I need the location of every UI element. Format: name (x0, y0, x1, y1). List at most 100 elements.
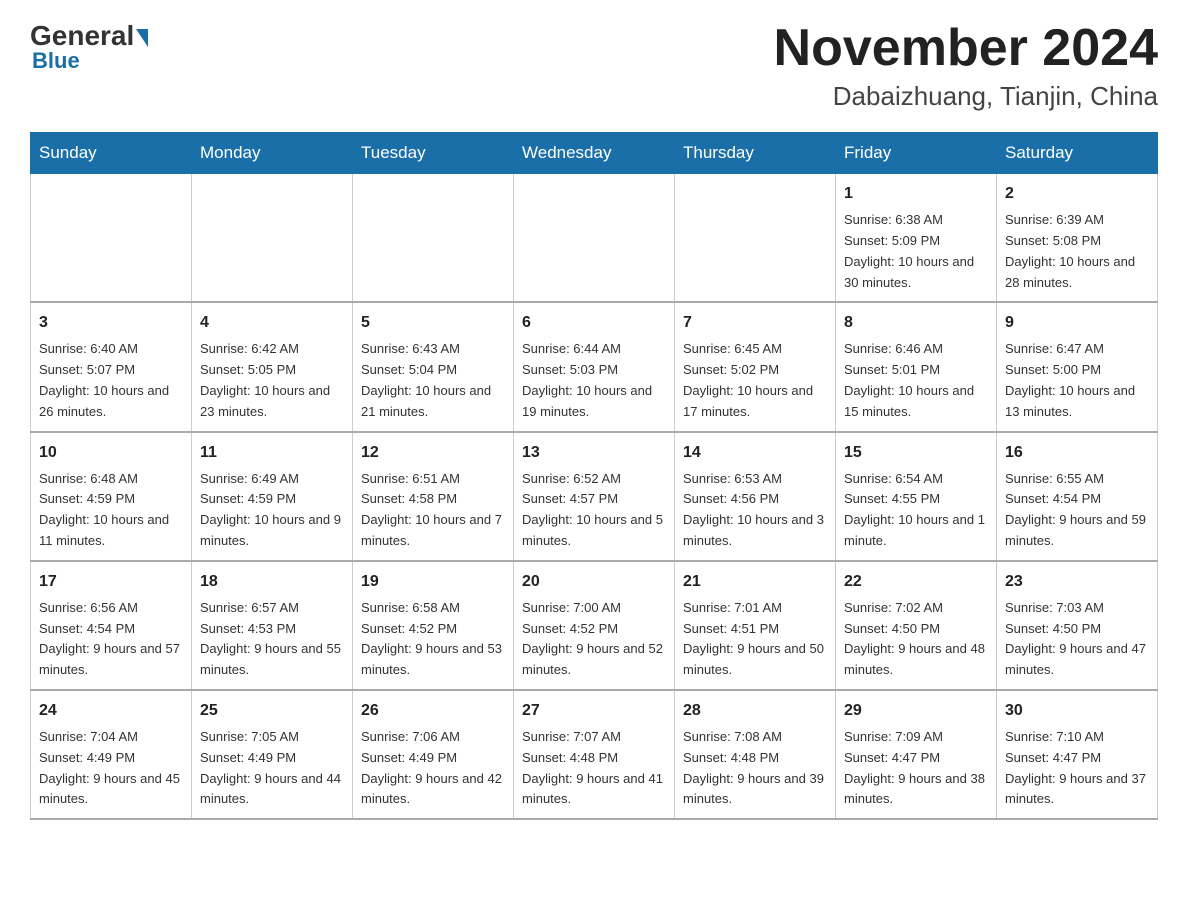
day-info: Sunrise: 6:47 AM Sunset: 5:00 PM Dayligh… (1005, 339, 1149, 422)
week-row-2: 3 Sunrise: 6:40 AM Sunset: 5:07 PM Daylig… (31, 302, 1158, 431)
day-info: Sunrise: 6:44 AM Sunset: 5:03 PM Dayligh… (522, 339, 666, 422)
weekday-header-thursday: Thursday (675, 133, 836, 174)
day-info: Sunrise: 7:10 AM Sunset: 4:47 PM Dayligh… (1005, 727, 1149, 810)
calendar-cell: 1 Sunrise: 6:38 AM Sunset: 5:09 PM Daylig… (836, 174, 997, 303)
day-info: Sunrise: 7:05 AM Sunset: 4:49 PM Dayligh… (200, 727, 344, 810)
calendar-cell: 14Sunrise: 6:53 AM Sunset: 4:56 PM Dayli… (675, 432, 836, 561)
day-info: Sunrise: 7:01 AM Sunset: 4:51 PM Dayligh… (683, 598, 827, 681)
day-info: Sunrise: 6:39 AM Sunset: 5:08 PM Dayligh… (1005, 210, 1149, 293)
day-number: 5 (361, 311, 505, 335)
day-number: 26 (361, 699, 505, 723)
weekday-header-sunday: Sunday (31, 133, 192, 174)
calendar-cell: 16 Sunrise: 6:55 AM Sunset: 4:54 PM Dayli… (997, 432, 1158, 561)
day-info: Sunrise: 7:04 AM Sunset: 4:49 PM Dayligh… (39, 727, 183, 810)
day-info: Sunrise: 6:48 AM Sunset: 4:59 PM Dayligh… (39, 469, 183, 552)
calendar-cell: 19 Sunrise: 6:58 AM Sunset: 4:52 PM Dayli… (353, 561, 514, 690)
calendar-cell: 9 Sunrise: 6:47 AM Sunset: 5:00 PM Daylig… (997, 302, 1158, 431)
day-info: Sunrise: 6:42 AM Sunset: 5:05 PM Dayligh… (200, 339, 344, 422)
calendar-cell: 25 Sunrise: 7:05 AM Sunset: 4:49 PM Dayli… (192, 690, 353, 819)
day-info: Sunrise: 6:56 AM Sunset: 4:54 PM Dayligh… (39, 598, 183, 681)
day-info: Sunrise: 7:09 AM Sunset: 4:47 PM Dayligh… (844, 727, 988, 810)
day-info: Sunrise: 6:52 AM Sunset: 4:57 PM Dayligh… (522, 469, 666, 552)
day-number: 23 (1005, 570, 1149, 594)
day-info: Sunrise: 6:43 AM Sunset: 5:04 PM Dayligh… (361, 339, 505, 422)
day-info: Sunrise: 6:51 AM Sunset: 4:58 PM Dayligh… (361, 469, 505, 552)
day-info: Sunrise: 6:54 AM Sunset: 4:55 PM Dayligh… (844, 469, 988, 552)
header: General Blue November 2024 Dabaizhuang, … (30, 20, 1158, 112)
day-number: 18 (200, 570, 344, 594)
week-row-1: 1 Sunrise: 6:38 AM Sunset: 5:09 PM Daylig… (31, 174, 1158, 303)
day-number: 10 (39, 441, 183, 465)
day-info: Sunrise: 7:07 AM Sunset: 4:48 PM Dayligh… (522, 727, 666, 810)
calendar-cell: 13 Sunrise: 6:52 AM Sunset: 4:57 PM Dayli… (514, 432, 675, 561)
day-info: Sunrise: 7:02 AM Sunset: 4:50 PM Dayligh… (844, 598, 988, 681)
day-number: 6 (522, 311, 666, 335)
day-info: Sunrise: 6:58 AM Sunset: 4:52 PM Dayligh… (361, 598, 505, 681)
calendar-cell: 26 Sunrise: 7:06 AM Sunset: 4:49 PM Dayli… (353, 690, 514, 819)
logo: General Blue (30, 20, 148, 74)
weekday-header-tuesday: Tuesday (353, 133, 514, 174)
calendar-cell: 30 Sunrise: 7:10 AM Sunset: 4:47 PM Dayli… (997, 690, 1158, 819)
calendar-table: SundayMondayTuesdayWednesdayThursdayFrid… (30, 132, 1158, 820)
calendar-cell: 23 Sunrise: 7:03 AM Sunset: 4:50 PM Dayli… (997, 561, 1158, 690)
calendar-cell: 3 Sunrise: 6:40 AM Sunset: 5:07 PM Daylig… (31, 302, 192, 431)
day-info: Sunrise: 6:40 AM Sunset: 5:07 PM Dayligh… (39, 339, 183, 422)
day-info: Sunrise: 7:00 AM Sunset: 4:52 PM Dayligh… (522, 598, 666, 681)
calendar-cell (675, 174, 836, 303)
day-number: 29 (844, 699, 988, 723)
day-number: 13 (522, 441, 666, 465)
calendar-cell: 12 Sunrise: 6:51 AM Sunset: 4:58 PM Dayli… (353, 432, 514, 561)
day-number: 9 (1005, 311, 1149, 335)
day-number: 20 (522, 570, 666, 594)
calendar-cell: 27 Sunrise: 7:07 AM Sunset: 4:48 PM Dayli… (514, 690, 675, 819)
weekday-header-wednesday: Wednesday (514, 133, 675, 174)
day-info: Sunrise: 7:06 AM Sunset: 4:49 PM Dayligh… (361, 727, 505, 810)
calendar-cell: 6 Sunrise: 6:44 AM Sunset: 5:03 PM Daylig… (514, 302, 675, 431)
calendar-cell: 21 Sunrise: 7:01 AM Sunset: 4:51 PM Dayli… (675, 561, 836, 690)
calendar-cell: 2Sunrise: 6:39 AM Sunset: 5:08 PM Daylig… (997, 174, 1158, 303)
weekday-header-monday: Monday (192, 133, 353, 174)
day-number: 17 (39, 570, 183, 594)
day-info: Sunrise: 6:45 AM Sunset: 5:02 PM Dayligh… (683, 339, 827, 422)
day-info: Sunrise: 6:53 AM Sunset: 4:56 PM Dayligh… (683, 469, 827, 552)
day-number: 3 (39, 311, 183, 335)
calendar-cell: 20 Sunrise: 7:00 AM Sunset: 4:52 PM Dayli… (514, 561, 675, 690)
calendar-cell: 18 Sunrise: 6:57 AM Sunset: 4:53 PM Dayli… (192, 561, 353, 690)
day-info: Sunrise: 6:38 AM Sunset: 5:09 PM Dayligh… (844, 210, 988, 293)
calendar-cell (514, 174, 675, 303)
day-number: 7 (683, 311, 827, 335)
calendar-cell (192, 174, 353, 303)
day-info: Sunrise: 6:57 AM Sunset: 4:53 PM Dayligh… (200, 598, 344, 681)
day-number: 1 (844, 182, 988, 206)
day-number: 12 (361, 441, 505, 465)
day-info: Sunrise: 7:03 AM Sunset: 4:50 PM Dayligh… (1005, 598, 1149, 681)
calendar-cell: 29 Sunrise: 7:09 AM Sunset: 4:47 PM Dayli… (836, 690, 997, 819)
week-row-4: 17 Sunrise: 6:56 AM Sunset: 4:54 PM Dayli… (31, 561, 1158, 690)
day-info: Sunrise: 6:46 AM Sunset: 5:01 PM Dayligh… (844, 339, 988, 422)
calendar-cell: 8Sunrise: 6:46 AM Sunset: 5:01 PM Daylig… (836, 302, 997, 431)
day-number: 19 (361, 570, 505, 594)
day-number: 21 (683, 570, 827, 594)
calendar-cell: 22Sunrise: 7:02 AM Sunset: 4:50 PM Dayli… (836, 561, 997, 690)
day-info: Sunrise: 7:08 AM Sunset: 4:48 PM Dayligh… (683, 727, 827, 810)
week-row-3: 10 Sunrise: 6:48 AM Sunset: 4:59 PM Dayli… (31, 432, 1158, 561)
calendar-cell: 28Sunrise: 7:08 AM Sunset: 4:48 PM Dayli… (675, 690, 836, 819)
day-number: 11 (200, 441, 344, 465)
weekday-header-row: SundayMondayTuesdayWednesdayThursdayFrid… (31, 133, 1158, 174)
day-number: 24 (39, 699, 183, 723)
day-number: 16 (1005, 441, 1149, 465)
location-subtitle: Dabaizhuang, Tianjin, China (774, 81, 1158, 112)
calendar-cell: 10 Sunrise: 6:48 AM Sunset: 4:59 PM Dayli… (31, 432, 192, 561)
day-number: 27 (522, 699, 666, 723)
weekday-header-saturday: Saturday (997, 133, 1158, 174)
calendar-cell: 11Sunrise: 6:49 AM Sunset: 4:59 PM Dayli… (192, 432, 353, 561)
logo-arrow-icon (136, 29, 148, 47)
logo-blue: Blue (30, 48, 148, 74)
calendar-cell: 7 Sunrise: 6:45 AM Sunset: 5:02 PM Daylig… (675, 302, 836, 431)
day-info: Sunrise: 6:55 AM Sunset: 4:54 PM Dayligh… (1005, 469, 1149, 552)
calendar-cell (31, 174, 192, 303)
week-row-5: 24 Sunrise: 7:04 AM Sunset: 4:49 PM Dayli… (31, 690, 1158, 819)
day-number: 4 (200, 311, 344, 335)
day-number: 30 (1005, 699, 1149, 723)
day-number: 25 (200, 699, 344, 723)
